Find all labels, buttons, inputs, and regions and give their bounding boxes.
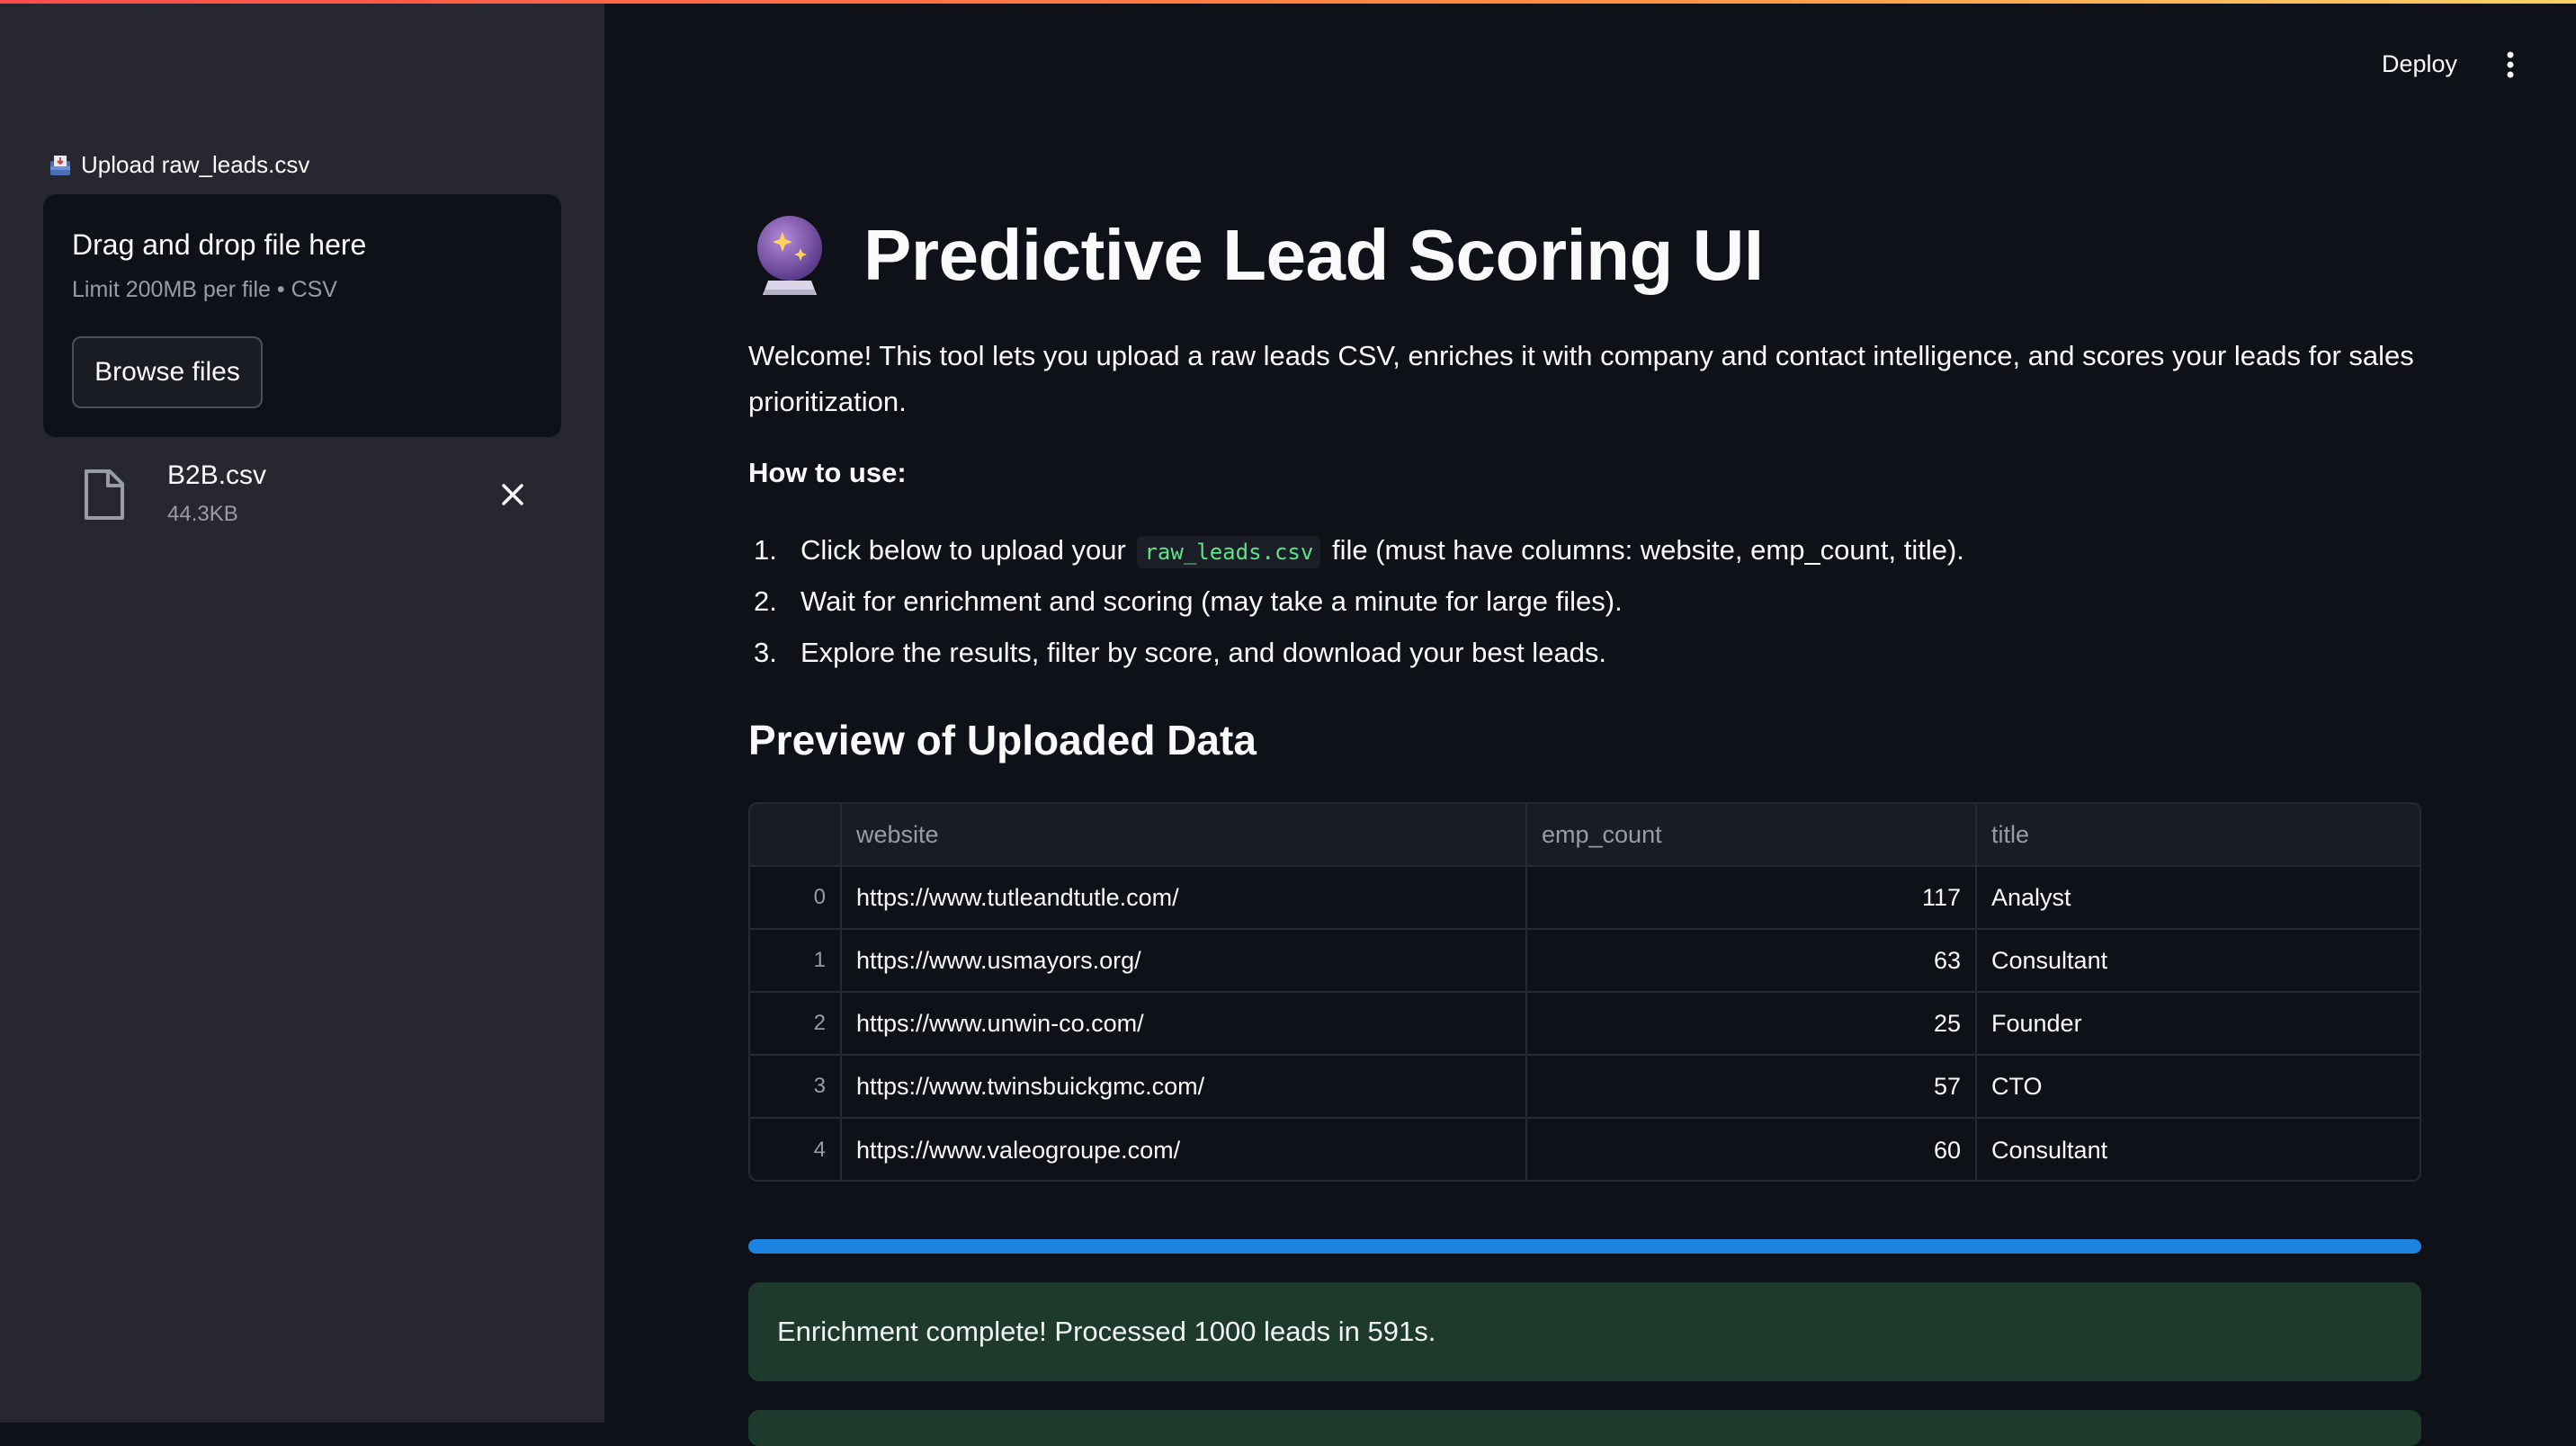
cell-website[interactable]: https://www.unwin-co.com/: [842, 993, 1527, 1054]
cell-title[interactable]: Consultant: [1977, 1119, 2419, 1180]
step-number: 2.: [754, 585, 777, 617]
step-item: 3. Explore the results, filter by score,…: [748, 631, 2457, 683]
top-decoration-bar: [0, 0, 2576, 4]
uploaded-file-item: B2B.csv 44.3KB: [81, 459, 549, 540]
table-row[interactable]: 3 https://www.twinsbuickgmc.com/ 57 CTO: [750, 1056, 2419, 1119]
cell-emp-count[interactable]: 117: [1527, 867, 1977, 928]
page-title: Predictive Lead Scoring UI: [863, 215, 1764, 295]
title-row: Predictive Lead Scoring UI: [748, 212, 1764, 299]
cell-website[interactable]: https://www.valeogroupe.com/: [842, 1119, 1527, 1180]
more-options-icon[interactable]: [2504, 50, 2517, 79]
row-index: 2: [750, 993, 842, 1054]
cell-title[interactable]: Founder: [1977, 993, 2419, 1054]
upload-label: Upload raw_leads.csv: [49, 151, 309, 179]
progress-bar-fill: [748, 1239, 2421, 1254]
how-to-use-label: How to use:: [748, 457, 907, 488]
table-row[interactable]: 2 https://www.unwin-co.com/ 25 Founder: [750, 993, 2419, 1056]
cell-website[interactable]: https://www.twinsbuickgmc.com/: [842, 1056, 1527, 1117]
cell-title[interactable]: Consultant: [1977, 930, 2419, 991]
file-icon: [85, 469, 124, 520]
table-row[interactable]: 0 https://www.tutleandtutle.com/ 117 Ana…: [750, 867, 2419, 930]
success-alert-secondary: [748, 1410, 2421, 1446]
inbox-tray-icon: [50, 155, 70, 175]
column-header-index: [750, 804, 842, 865]
crystal-ball-icon: [757, 216, 822, 295]
step-text-after: file (must have columns: website, emp_co…: [1331, 534, 1964, 566]
row-index: 4: [750, 1119, 842, 1180]
column-header-website[interactable]: website: [842, 804, 1527, 865]
file-size: 44.3KB: [167, 502, 238, 526]
steps-list: 1. Click below to upload your raw_leads.…: [748, 529, 2457, 683]
preview-heading: Preview of Uploaded Data: [748, 717, 1257, 763]
table-row[interactable]: 1 https://www.usmayors.org/ 63 Consultan…: [750, 930, 2419, 993]
column-header-title[interactable]: title: [1977, 804, 2419, 865]
row-index: 0: [750, 867, 842, 928]
column-header-emp-count[interactable]: emp_count: [1527, 804, 1977, 865]
intro-text: Welcome! This tool lets you upload a raw…: [748, 340, 2414, 417]
browse-files-button[interactable]: Browse files: [72, 336, 263, 408]
cell-emp-count[interactable]: 63: [1527, 930, 1977, 991]
sidebar: Upload raw_leads.csv Drag and drop file …: [0, 0, 604, 1423]
step-number: 1.: [754, 534, 777, 566]
step-text: Click below to upload your raw_leads.csv…: [801, 529, 1964, 580]
cell-emp-count[interactable]: 57: [1527, 1056, 1977, 1117]
file-dropzone[interactable]: Drag and drop file here Limit 200MB per …: [43, 194, 561, 437]
remove-file-icon[interactable]: [495, 477, 531, 513]
step-text: Explore the results, filter by score, an…: [801, 637, 1607, 668]
step-text-before: Click below to upload your: [801, 534, 1126, 566]
success-alert: Enrichment complete! Processed 1000 lead…: [748, 1282, 2421, 1381]
success-message: Enrichment complete! Processed 1000 lead…: [777, 1316, 1436, 1347]
upload-label-text: Upload raw_leads.csv: [81, 151, 310, 178]
data-table[interactable]: website emp_count title 0 https://www.tu…: [748, 802, 2421, 1182]
cell-title[interactable]: Analyst: [1977, 867, 2419, 928]
file-name: B2B.csv: [167, 460, 267, 490]
cell-website[interactable]: https://www.usmayors.org/: [842, 930, 1527, 991]
filename-code: raw_leads.csv: [1137, 536, 1321, 568]
cell-website[interactable]: https://www.tutleandtutle.com/: [842, 867, 1527, 928]
row-index: 1: [750, 930, 842, 991]
step-item: 1. Click below to upload your raw_leads.…: [748, 529, 2457, 580]
table-header-row: website emp_count title: [750, 804, 2419, 867]
step-text: Wait for enrichment and scoring (may tak…: [801, 585, 1623, 617]
dropzone-title: Drag and drop file here: [72, 228, 367, 261]
deploy-button[interactable]: Deploy: [2382, 50, 2457, 78]
cell-emp-count[interactable]: 25: [1527, 993, 1977, 1054]
dropzone-limit: Limit 200MB per file • CSV: [72, 277, 337, 302]
step-number: 3.: [754, 637, 777, 668]
row-index: 3: [750, 1056, 842, 1117]
progress-bar: [748, 1239, 2421, 1254]
step-item: 2. Wait for enrichment and scoring (may …: [748, 580, 2457, 631]
cell-title[interactable]: CTO: [1977, 1056, 2419, 1117]
cell-emp-count[interactable]: 60: [1527, 1119, 1977, 1180]
table-row[interactable]: 4 https://www.valeogroupe.com/ 60 Consul…: [750, 1119, 2419, 1180]
